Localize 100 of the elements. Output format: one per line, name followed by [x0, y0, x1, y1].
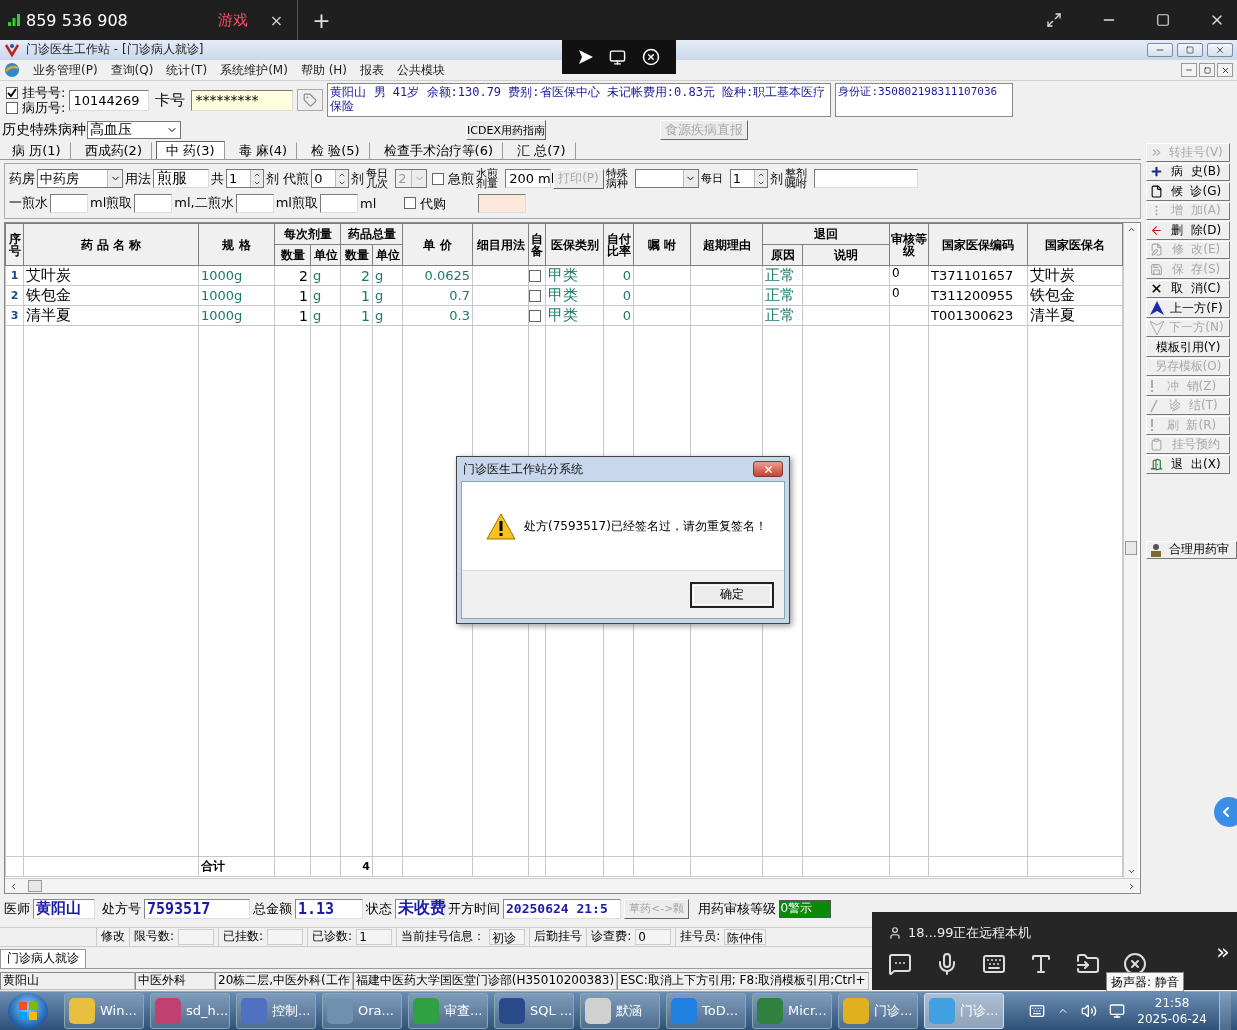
folder-icon[interactable]	[1076, 952, 1100, 976]
input-field[interactable]: *********	[191, 89, 294, 111]
input-field[interactable]	[320, 193, 358, 213]
screen-icon[interactable]	[609, 48, 627, 66]
ok-button[interactable]: 确定	[690, 581, 774, 608]
table-cell: 1000g	[198, 265, 275, 286]
show-desktop-button[interactable]	[1219, 991, 1231, 1030]
start-button[interactable]	[8, 992, 48, 1029]
menu-item[interactable]: 统计(T)	[166, 61, 208, 79]
input-field[interactable]	[813, 169, 918, 189]
taskbar-item[interactable]: 控制...	[236, 992, 316, 1029]
sidebar-button[interactable]: 删 除(D)	[1146, 221, 1230, 240]
input-field[interactable]	[478, 193, 527, 213]
tab[interactable]: 中 药(3)	[155, 141, 225, 160]
scroll-thumb[interactable]	[1125, 541, 1137, 556]
keyboard-icon[interactable]	[982, 952, 1006, 976]
tab[interactable]: 毒 麻(4)	[228, 142, 298, 160]
taskbar-item[interactable]: Ora...	[322, 992, 402, 1029]
checkbox[interactable]	[6, 101, 18, 114]
minimize-button[interactable]	[1147, 42, 1173, 57]
dropdown[interactable]	[634, 169, 699, 189]
scrollbar[interactable]	[1123, 223, 1138, 879]
clock-time: 21:58	[1154, 994, 1190, 1011]
sidebar-button[interactable]: 候 诊(G)	[1146, 182, 1230, 201]
table-cell: 0	[889, 285, 929, 306]
menu-item[interactable]: 公共模块	[397, 61, 446, 79]
checkbox[interactable]	[529, 289, 541, 302]
tag-button[interactable]	[297, 89, 324, 112]
close-button[interactable]	[1217, 63, 1233, 78]
scroll-thumb[interactable]	[28, 880, 42, 893]
checkbox[interactable]	[6, 86, 18, 99]
minimize-button[interactable]	[1181, 63, 1197, 78]
column-header: 审核等级	[889, 223, 929, 266]
table-cell: 正常	[762, 265, 803, 286]
taskbar-item[interactable]: SQL ...	[494, 992, 574, 1029]
maximize-icon[interactable]	[1156, 13, 1170, 27]
input-field[interactable]	[235, 193, 274, 213]
tab[interactable]: 汇 总(7)	[507, 142, 576, 160]
dropdown[interactable]: 中药房	[37, 169, 123, 189]
checkbox[interactable]	[529, 269, 541, 282]
checkbox[interactable]	[404, 197, 417, 210]
field-label: ml煎取	[275, 194, 318, 213]
review-button[interactable]: 合理用药审	[1146, 540, 1237, 560]
taskbar-item[interactable]: ToD...	[666, 992, 746, 1029]
taskbar-item[interactable]: Micr...	[752, 992, 832, 1029]
scrollbar[interactable]	[5, 878, 1140, 894]
tab[interactable]: 检 验(5)	[301, 142, 370, 160]
guide-button[interactable]: ICDEX用药指南	[466, 120, 546, 141]
checkbox[interactable]	[529, 309, 541, 322]
close-button[interactable]	[1207, 42, 1233, 57]
document-tab[interactable]: 门诊病人就诊	[0, 948, 86, 968]
sidebar-button[interactable]: 模板引用(Y)	[1146, 338, 1230, 357]
menu-item[interactable]: 系统维护(M)	[220, 61, 288, 79]
text-icon[interactable]	[1029, 952, 1053, 976]
pointer-icon[interactable]	[577, 49, 594, 65]
dropdown[interactable]: 高血压	[87, 121, 181, 140]
expand-icon[interactable]	[1046, 12, 1062, 28]
taskbar-item[interactable]: 门诊...	[838, 992, 918, 1029]
network-icon[interactable]	[1109, 1002, 1126, 1019]
sidebar-button[interactable]: 取 消(C)	[1146, 279, 1230, 299]
tab[interactable]: 西成药(2)	[74, 142, 152, 160]
session-tab[interactable]: 游戏	[217, 10, 248, 30]
sidebar-button[interactable]: 上一方(F)	[1146, 299, 1230, 318]
checkbox[interactable]	[432, 172, 445, 185]
sidebar-button[interactable]: 病 史(B)	[1146, 162, 1230, 182]
expand-button[interactable]: »	[1209, 912, 1237, 990]
collapse-button[interactable]	[1214, 797, 1237, 827]
taskbar-item[interactable]: 默涵	[580, 992, 660, 1029]
spin-field[interactable]: 1	[729, 169, 768, 189]
input-field[interactable]	[50, 193, 88, 213]
taskbar-item[interactable]: 审查...	[408, 992, 488, 1029]
input-field[interactable]	[134, 193, 173, 213]
field-label: 剂 代煎	[266, 169, 310, 188]
close-button[interactable]	[753, 461, 783, 477]
keyboard-icon[interactable]	[1029, 1002, 1046, 1019]
scroll-right-icon[interactable]	[1127, 881, 1136, 891]
spin-field[interactable]: 1	[226, 169, 264, 189]
scroll-left-icon[interactable]	[9, 881, 18, 891]
speaker-icon[interactable]	[1081, 1002, 1098, 1019]
total-label: 合计	[198, 856, 275, 877]
input-field[interactable]: 200 ml	[505, 169, 552, 189]
column-header: 国家医保名	[1027, 223, 1123, 266]
menu-item[interactable]: 业务管理(P)	[33, 61, 98, 79]
status-field: 福建中医药大学国医堂门诊部(H35010200383)	[352, 971, 618, 990]
menu-item[interactable]: 报表	[360, 61, 385, 79]
tab[interactable]: 病 历(1)	[2, 142, 71, 160]
taskbar-item[interactable]: sd_h...	[150, 992, 230, 1029]
restore-button[interactable]	[1177, 42, 1203, 57]
menu-item[interactable]: 帮助 (H)	[300, 61, 348, 79]
close-tab-button[interactable]: ×	[269, 10, 284, 30]
input-field[interactable]: 煎服	[153, 169, 209, 189]
chat-icon[interactable]	[888, 952, 912, 976]
input-field[interactable]: 10144269	[69, 89, 150, 111]
sidebar-button[interactable]: 退 出(X)	[1146, 455, 1230, 474]
new-tab-button[interactable]: +	[312, 7, 331, 33]
window-title: 门诊医生工作站 - [门诊病人就诊]	[26, 41, 204, 59]
tab[interactable]: 检查手术治疗等(6)	[373, 142, 504, 160]
menu-item[interactable]: 查询(Q)	[110, 61, 154, 79]
spin-field[interactable]: 0	[311, 169, 350, 189]
taskbar-item[interactable]: Win...	[64, 992, 144, 1029]
